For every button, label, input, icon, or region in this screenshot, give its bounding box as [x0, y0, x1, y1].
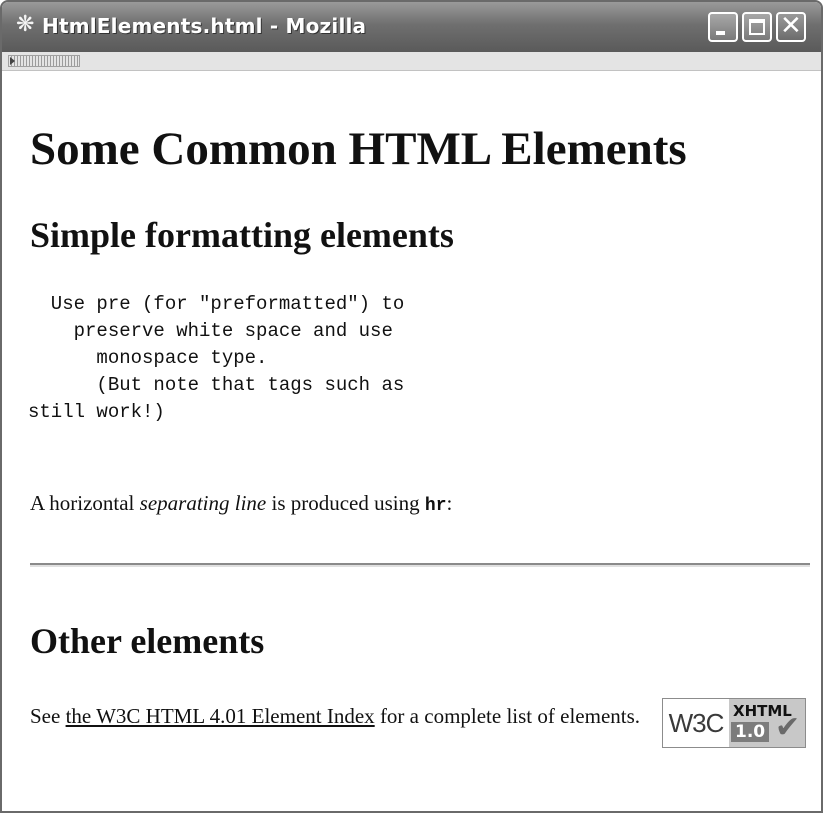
w3c-logo: W3C [668, 708, 725, 738]
expand-arrow-icon [10, 57, 15, 65]
close-button[interactable]: ✕ [776, 11, 806, 42]
separator-paragraph: A horizontal separating line is produced… [30, 488, 452, 521]
separator-text-end: : [446, 491, 453, 515]
w3c-element-index-link[interactable]: the W3C HTML 4.01 Element Index [66, 704, 375, 728]
section-heading-formatting: Simple formatting elements [30, 215, 454, 255]
section-heading-other: Other elements [30, 621, 265, 661]
maximize-button[interactable] [742, 12, 772, 42]
toolbar-grippy[interactable] [8, 55, 80, 67]
page-content: Some Common HTML Elements Simple formatt… [2, 71, 821, 811]
minimize-icon [716, 31, 725, 35]
w3c-xhtml-badge[interactable]: W3C XHTML 1.0 ✔ [662, 698, 806, 748]
badge-xhtml-panel: XHTML 1.0 ✔ [729, 699, 805, 747]
see-text-end: for a complete list of elements. [374, 704, 641, 728]
see-paragraph: See the W3C HTML 4.01 Element Index for … [30, 701, 650, 731]
separator-emphasis: separating line [139, 491, 267, 515]
see-text-start: See [30, 704, 66, 728]
badge-version: 1.0 [731, 722, 770, 742]
close-icon: ✕ [780, 11, 802, 41]
hr-code: hr [424, 496, 447, 516]
checkmark-icon: ✔ [775, 710, 801, 745]
collapsed-toolbar [2, 52, 821, 71]
maximize-icon [749, 19, 765, 35]
separator-text-middle: is produced using [266, 491, 425, 515]
browser-window: ❋ HtmlElements.html - Mozilla ✕ Some Com… [0, 0, 823, 813]
horizontal-rule [30, 563, 810, 567]
page-title: Some Common HTML Elements [30, 123, 687, 175]
title-bar[interactable]: ❋ HtmlElements.html - Mozilla ✕ [2, 2, 821, 52]
separator-text-start: A horizontal [30, 491, 140, 515]
mozilla-app-icon[interactable]: ❋ [16, 14, 34, 36]
window-title: HtmlElements.html - Mozilla [42, 14, 367, 38]
preformatted-text: Use pre (for "preformatted") to preserve… [28, 293, 405, 423]
minimize-button[interactable] [708, 12, 738, 42]
